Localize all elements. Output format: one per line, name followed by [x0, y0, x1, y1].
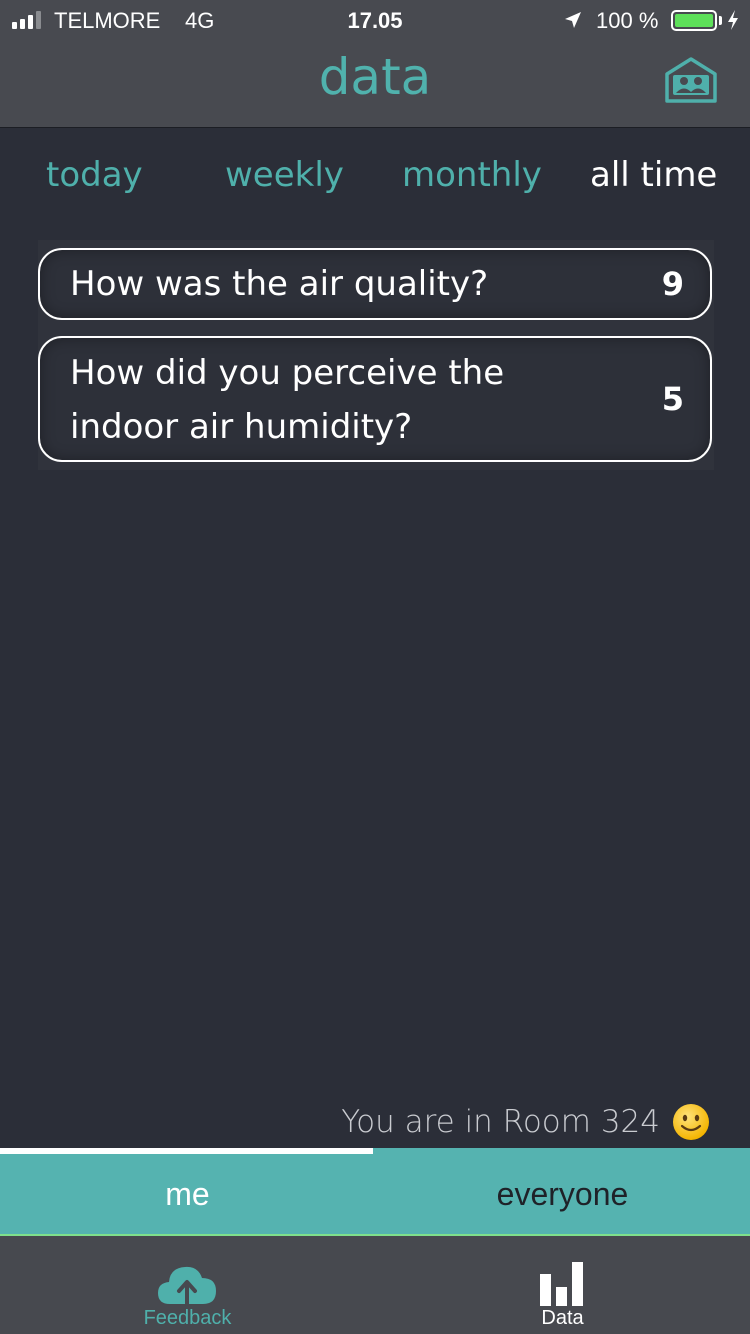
period-tabs: today weekly monthly all time [0, 155, 750, 205]
scope-everyone-button[interactable]: everyone [375, 1154, 750, 1234]
scope-segment: me everyone [0, 1148, 750, 1236]
question-card[interactable]: How was the air quality? 9 [38, 248, 712, 320]
status-bar: TELMORE 4G 17.05 100 % [0, 0, 750, 40]
battery-percentage: 100 % [596, 8, 659, 33]
tabbar-label: Data [541, 1307, 584, 1329]
cloud-upload-icon [158, 1266, 216, 1306]
question-list: How was the air quality? 9 How did you p… [38, 240, 714, 470]
question-text: How was the air quality? [70, 264, 489, 304]
tab-today[interactable]: today [46, 155, 143, 195]
charging-bolt-icon [728, 10, 738, 30]
tab-weekly[interactable]: weekly [225, 155, 344, 195]
location-arrow-icon [565, 12, 581, 28]
question-score: 9 [661, 265, 684, 303]
page-title: data [318, 48, 432, 106]
question-card[interactable]: How did you perceive the indoor air humi… [38, 336, 712, 462]
scope-me-button[interactable]: me [0, 1154, 375, 1234]
tabbar-item-data[interactable]: Data [375, 1236, 750, 1334]
room-people-icon[interactable] [664, 56, 718, 104]
tab-all-time[interactable]: all time [590, 155, 717, 195]
question-score: 5 [661, 380, 684, 418]
question-text: How did you perceive the indoor air humi… [70, 353, 505, 447]
bottom-tab-bar: Feedback Data [0, 1236, 750, 1334]
tabbar-item-feedback[interactable]: Feedback [0, 1236, 375, 1334]
bar-chart-icon [540, 1262, 583, 1306]
tabbar-label: Feedback [143, 1307, 232, 1329]
tab-monthly[interactable]: monthly [402, 155, 542, 195]
smiley-face-icon [673, 1104, 709, 1140]
top-bar: TELMORE 4G 17.05 100 % data [0, 0, 750, 128]
battery-tip [719, 16, 722, 25]
battery-icon [671, 10, 717, 31]
room-info-text: You are in Room 324 [341, 1104, 660, 1140]
room-info: You are in Room 324 [341, 1103, 710, 1141]
